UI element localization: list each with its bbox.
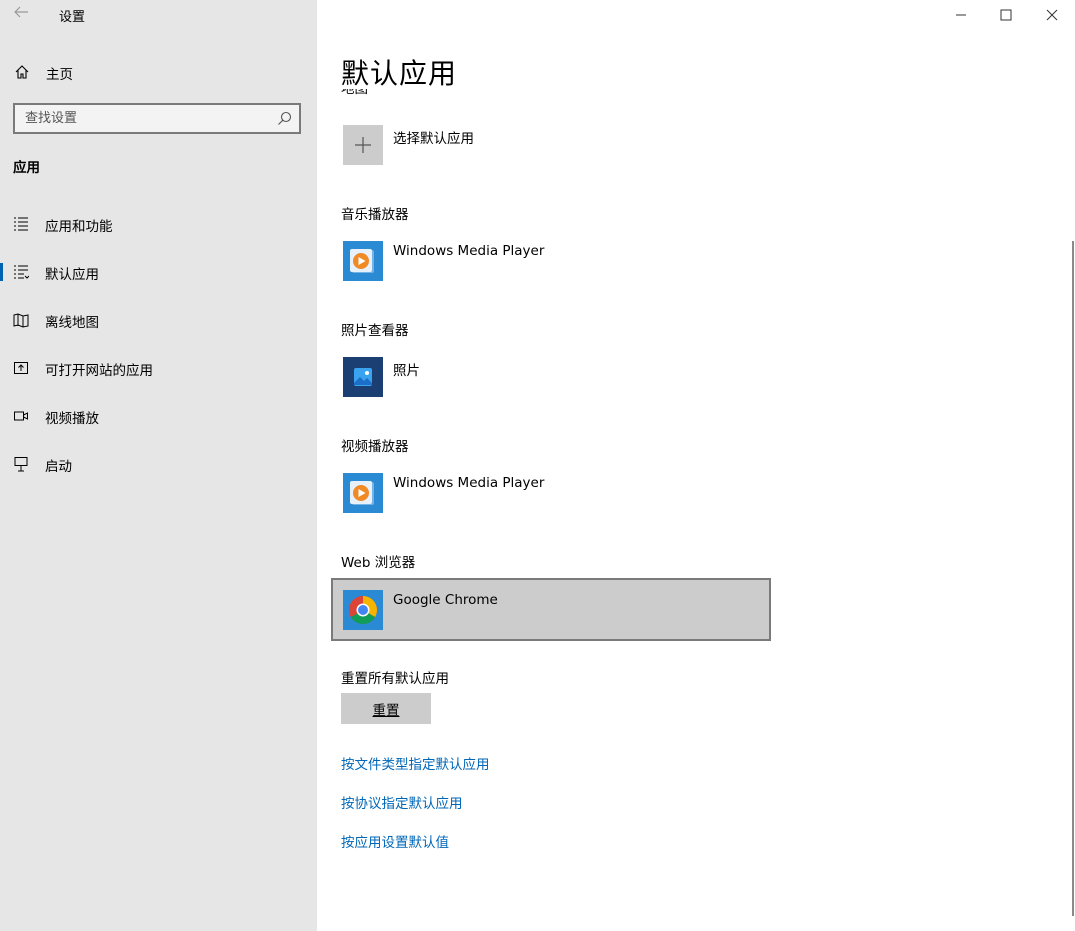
sidebar-item-label: 离线地图 (45, 315, 99, 331)
app-name: 选择默认应用 (393, 131, 474, 147)
video-default-app[interactable]: Windows Media Player (341, 473, 771, 535)
sidebar-item-label: 视频播放 (45, 411, 99, 427)
app-name: Windows Media Player (393, 243, 545, 259)
app-name: 照片 (393, 363, 420, 379)
sidebar-item-label: 应用和功能 (45, 219, 113, 235)
section-title: 应用 (13, 160, 40, 176)
sidebar: 设置 主页 应用 应用和功能 默认应用 (0, 0, 317, 931)
home-icon (14, 64, 30, 80)
maps-default-app[interactable]: 选择默认应用 (341, 125, 771, 187)
minimize-button[interactable] (938, 0, 984, 30)
back-arrow-icon[interactable] (10, 4, 32, 26)
category-label-photo: 照片查看器 (341, 323, 409, 339)
search-input[interactable] (15, 105, 270, 132)
app-name: Google Chrome (393, 592, 498, 608)
home-label: 主页 (46, 67, 73, 83)
maximize-icon (1000, 9, 1012, 21)
windows-media-player-icon (343, 241, 383, 281)
category-label-maps: 地图 (341, 89, 368, 97)
sidebar-item-video-playback[interactable]: 视频播放 (0, 396, 317, 436)
maximize-button[interactable] (983, 0, 1029, 30)
music-default-app[interactable]: Windows Media Player (341, 241, 771, 303)
sidebar-item-label: 默认应用 (45, 267, 99, 283)
startup-icon (13, 456, 29, 472)
page-title: 默认应用 (341, 57, 458, 90)
photo-default-app[interactable]: 照片 (341, 357, 771, 419)
close-icon (1046, 9, 1058, 21)
sidebar-item-offline-maps[interactable]: 离线地图 (0, 300, 317, 340)
category-label-video: 视频播放器 (341, 439, 409, 455)
main-pane: 默认应用 地图 选择默认应用 音乐播放器 Windows Media Playe… (317, 0, 1075, 931)
link-by-protocol[interactable]: 按协议指定默认应用 (341, 792, 463, 812)
sidebar-item-label: 启动 (45, 459, 72, 475)
window-title: 设置 (59, 10, 86, 25)
reset-section-label: 重置所有默认应用 (341, 671, 449, 687)
google-chrome-icon (343, 590, 383, 630)
browser-default-app[interactable]: Google Chrome (331, 578, 771, 641)
selection-indicator (0, 263, 3, 281)
offline-map-icon (13, 312, 29, 328)
reset-button[interactable]: 重置 (341, 693, 431, 724)
default-apps-icon (13, 264, 30, 280)
minimize-icon (956, 14, 966, 16)
plus-icon (343, 125, 383, 165)
sidebar-item-startup[interactable]: 启动 (0, 444, 317, 484)
sidebar-item-website-apps[interactable]: 可打开网站的应用 (0, 348, 317, 388)
scrollbar[interactable] (1072, 241, 1074, 916)
website-apps-icon (13, 360, 29, 376)
sidebar-item-default-apps[interactable]: 默认应用 (0, 252, 317, 292)
windows-media-player-icon (343, 473, 383, 513)
settings-window: 设置 主页 应用 应用和功能 默认应用 (0, 0, 1075, 931)
apps-list-icon (13, 216, 29, 232)
sidebar-item-label: 可打开网站的应用 (45, 363, 153, 379)
video-playback-icon (13, 408, 29, 424)
category-label-music: 音乐播放器 (341, 207, 409, 223)
category-label-browser: Web 浏览器 (341, 555, 416, 571)
sidebar-item-apps-features[interactable]: 应用和功能 (0, 204, 317, 244)
app-name: Windows Media Player (393, 475, 545, 491)
search-icon[interactable] (277, 111, 292, 126)
link-by-app[interactable]: 按应用设置默认值 (341, 831, 449, 851)
link-by-file-type[interactable]: 按文件类型指定默认应用 (341, 753, 490, 773)
sidebar-item-home[interactable]: 主页 (0, 58, 317, 86)
search-box[interactable] (13, 103, 301, 134)
photos-icon (343, 357, 383, 397)
close-button[interactable] (1029, 0, 1075, 30)
